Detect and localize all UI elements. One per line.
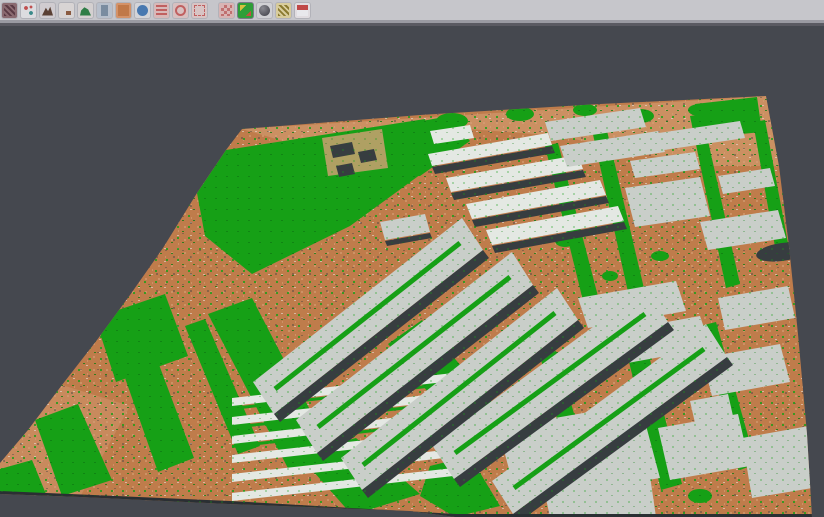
3d-viewport[interactable] — [0, 26, 824, 517]
globe-icon-glyph — [137, 5, 148, 16]
ortho-square-icon-glyph — [118, 5, 129, 16]
profile-column-icon-glyph — [101, 5, 108, 16]
selection-brackets-icon[interactable] — [192, 3, 207, 18]
ortho-square-icon[interactable] — [116, 3, 131, 18]
terrain-hill-icon[interactable] — [78, 3, 93, 18]
red-slab-icon[interactable] — [295, 3, 310, 18]
grid-checker-icon[interactable] — [219, 3, 234, 18]
classified-map-icon[interactable] — [238, 3, 253, 18]
point-pairs-align-icon-glyph — [23, 5, 34, 16]
scene-canvas — [0, 26, 824, 517]
ground-point-icon[interactable] — [59, 3, 74, 18]
dark-sphere-icon[interactable] — [257, 3, 272, 18]
terrain-mesh — [0, 86, 824, 517]
classification-colors-icon-glyph — [4, 5, 15, 16]
globe-icon[interactable] — [135, 3, 150, 18]
dem-mountain-icon-glyph — [42, 5, 53, 16]
layer-rows-icon[interactable] — [154, 3, 169, 18]
dark-sphere-icon-glyph — [259, 5, 270, 16]
profile-column-icon[interactable] — [97, 3, 112, 18]
toolbar — [0, 0, 824, 20]
measure-tool-icon[interactable] — [276, 3, 291, 18]
classification-colors-icon[interactable] — [2, 3, 17, 18]
dem-mountain-icon[interactable] — [40, 3, 55, 18]
point-noise-overlay — [0, 86, 824, 517]
target-ring-icon-glyph — [175, 5, 186, 16]
target-ring-icon[interactable] — [173, 3, 188, 18]
classified-map-icon-glyph — [240, 5, 251, 16]
ground-point-icon-glyph — [66, 11, 71, 15]
point-pairs-align-icon[interactable] — [21, 3, 36, 18]
grid-checker-icon-glyph — [221, 5, 232, 16]
terrain-hill-icon-glyph — [80, 5, 91, 16]
layer-rows-icon-glyph — [156, 5, 167, 16]
measure-tool-icon-glyph — [278, 5, 289, 16]
toolbar-icons — [2, 3, 310, 18]
red-slab-icon-glyph — [297, 5, 308, 16]
selection-brackets-icon-glyph — [194, 5, 205, 16]
